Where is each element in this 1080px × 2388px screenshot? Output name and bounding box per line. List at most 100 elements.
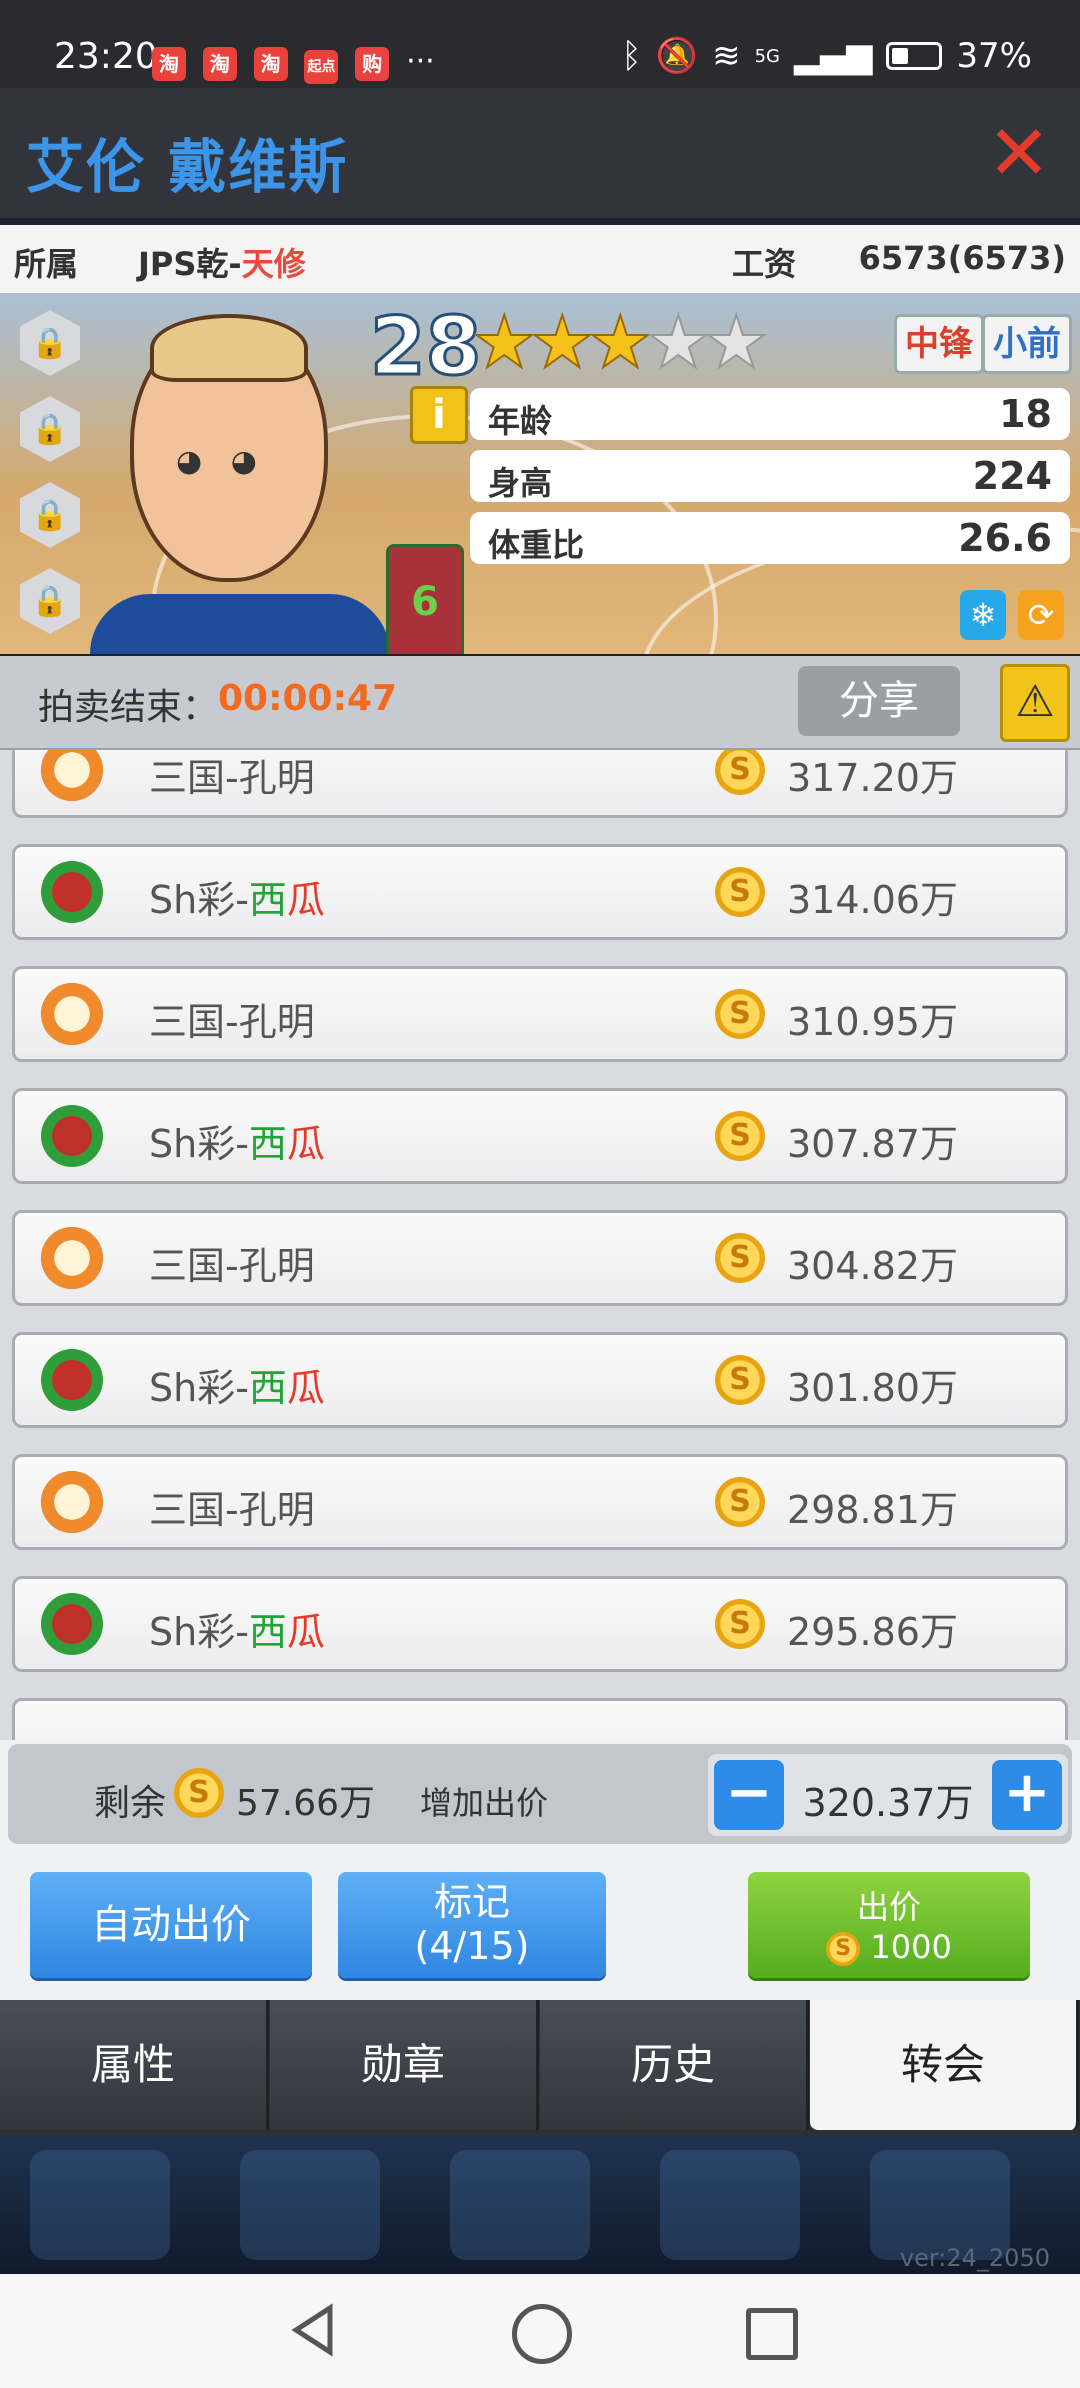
taobao-icon: 淘: [253, 47, 288, 81]
bid-amount: 295.86万: [787, 1610, 958, 1654]
stat-label: 年龄: [488, 402, 553, 440]
place-bid-cost-value: 1000: [870, 1928, 952, 1966]
team-name: Sh彩-: [149, 1610, 249, 1654]
bidder-team: Sh彩-西瓜: [149, 1357, 325, 1412]
close-icon[interactable]: ✕: [984, 115, 1054, 191]
shopping-icon: 购: [355, 47, 390, 81]
team-name: Sh彩-: [149, 1366, 249, 1410]
team-name-red: 瓜: [286, 1122, 325, 1166]
bid-row: [12, 1698, 1068, 1740]
recent-apps-icon[interactable]: [746, 2308, 798, 2360]
coin-icon: S: [826, 1932, 861, 1966]
nav-ghost-icon: [450, 2150, 590, 2260]
basketball-team-logo: [41, 1349, 103, 1411]
stat-height: 身高 224: [470, 450, 1070, 502]
jersey-number: 6: [386, 544, 464, 654]
star-filled-icon: ★: [587, 300, 654, 384]
salary-value: 6573(6573): [858, 239, 1066, 277]
coin-icon: S: [715, 1599, 765, 1649]
bid-amount: 304.82万: [787, 1244, 958, 1288]
tab-attributes[interactable]: 属性: [0, 2000, 269, 2130]
bid-row: 三国-孔明 S 304.82万: [12, 1210, 1068, 1306]
lock-icon[interactable]: 🔒: [20, 310, 80, 376]
mute-icon: 🔕: [655, 36, 699, 76]
nav-ghost-icon: [240, 2150, 380, 2260]
place-bid-button[interactable]: 出价 S 1000: [748, 1872, 1030, 1978]
snowflake-icon[interactable]: ❄: [960, 590, 1006, 640]
auction-end-label: 拍卖结束：: [38, 687, 219, 728]
lion-team-logo: [41, 1471, 103, 1533]
bid-history-list[interactable]: 三国-孔明 S 317.20万 Sh彩-西瓜 S 314.06万 三国-孔明 S 310.95万…: [0, 750, 1080, 1740]
tab-bar: 属性 勋章 历史 转会: [0, 2000, 1080, 2136]
refresh-icon[interactable]: ⟳: [1018, 590, 1064, 640]
team-name: Sh彩-: [149, 1122, 249, 1166]
warning-icon[interactable]: ⚠: [1000, 664, 1070, 742]
remaining-amount: 57.66万: [236, 1783, 376, 1824]
stat-label: 体重比: [488, 526, 585, 564]
bid-amount: 298.81万: [787, 1488, 958, 1532]
bidder-team: Sh彩-西瓜: [149, 869, 325, 924]
bid-row: 三国-孔明 S 298.81万: [12, 1454, 1068, 1550]
coin-icon: S: [715, 1355, 765, 1405]
bidder-team: Sh彩-西瓜: [149, 1601, 325, 1656]
bid-stepper: − 320.37万 +: [708, 1754, 1068, 1836]
basketball-team-logo: [41, 1593, 103, 1655]
coin-icon: S: [715, 1111, 765, 1161]
position-badge-small-forward: 小前: [982, 314, 1072, 374]
coin-icon: S: [174, 1768, 224, 1818]
team-name-red: 瓜: [286, 1610, 325, 1654]
lock-icon[interactable]: 🔒: [20, 396, 80, 462]
star-filled-icon: ★: [471, 300, 538, 384]
back-icon[interactable]: [284, 2300, 344, 2360]
coin-icon: S: [715, 867, 765, 917]
team-name-green: 西: [248, 1122, 287, 1166]
auto-bid-button[interactable]: 自动出价: [30, 1872, 312, 1978]
stat-value: 26.6: [958, 516, 1052, 560]
taobao-icon: 淘: [152, 47, 186, 81]
home-icon[interactable]: [512, 2304, 572, 2364]
player-name: 艾伦 戴维斯: [26, 133, 349, 201]
increase-bid-button[interactable]: +: [992, 1760, 1062, 1830]
stat-weight-ratio: 体重比 26.6: [470, 512, 1070, 564]
owner-label: 所属: [14, 245, 79, 283]
bidder-team: Sh彩-西瓜: [149, 1113, 325, 1168]
place-bid-label: 出价: [856, 1888, 921, 1926]
bidder-team: 三国-孔明: [149, 1479, 315, 1534]
auction-timer: 00:00:47: [218, 678, 398, 719]
lock-icon[interactable]: 🔒: [20, 482, 80, 548]
team-name-red: 瓜: [286, 1366, 325, 1410]
bidder-team: 三国-孔明: [149, 991, 315, 1046]
nav-ghost-icon: [660, 2150, 800, 2260]
team-name-green: 西: [248, 878, 287, 922]
tab-medals[interactable]: 勋章: [270, 2000, 539, 2130]
bid-amount: 301.80万: [787, 1366, 958, 1410]
notification-icons: 淘 淘 淘 起点 购 ···: [152, 40, 435, 84]
stat-value: 224: [972, 454, 1052, 498]
network-type: 5G: [754, 45, 780, 67]
lion-team-logo: [41, 750, 103, 801]
stat-value: 18: [999, 392, 1052, 436]
team-name-green: 西: [248, 1366, 287, 1410]
team-name: 三国-孔明: [149, 1244, 315, 1288]
bid-row: Sh彩-西瓜 S 295.86万: [12, 1576, 1068, 1672]
mark-count: (4/15): [414, 1924, 530, 1968]
wifi-icon: ≋: [712, 36, 741, 76]
bid-strip: 剩余 S 57.66万 增加出价 − 320.37万 +: [8, 1744, 1072, 1844]
coin-icon: S: [715, 750, 765, 795]
tab-history[interactable]: 历史: [540, 2000, 809, 2130]
decrease-bid-button[interactable]: −: [714, 1760, 784, 1830]
basketball-team-logo: [41, 861, 103, 923]
bid-controls: 剩余 S 57.66万 增加出价 − 320.37万 + 自动出价 标记 (4/…: [0, 1740, 1080, 2000]
system-nav-bar: [0, 2274, 1080, 2388]
mark-button[interactable]: 标记 (4/15): [338, 1872, 606, 1978]
bid-row: Sh彩-西瓜 S 314.06万: [12, 844, 1068, 940]
lock-icon[interactable]: 🔒: [20, 568, 80, 634]
auction-bar: 拍卖结束： 00:00:47 分享 ⚠: [0, 656, 1080, 751]
player-card: 🔒 🔒 🔒 🔒 ◕ ◕ 6 28 中锋 小前 i 年龄 18 身高 224 体重…: [0, 294, 1080, 654]
share-button[interactable]: 分享: [798, 666, 960, 736]
tab-transfer[interactable]: 转会: [810, 2000, 1079, 2130]
signal-icon: ▂▄▆: [793, 36, 873, 76]
info-icon[interactable]: i: [410, 386, 468, 444]
lion-team-logo: [41, 1227, 103, 1289]
owner-salary-row: 所属 JPS乾-天修 工资 6573(6573): [0, 225, 1080, 295]
